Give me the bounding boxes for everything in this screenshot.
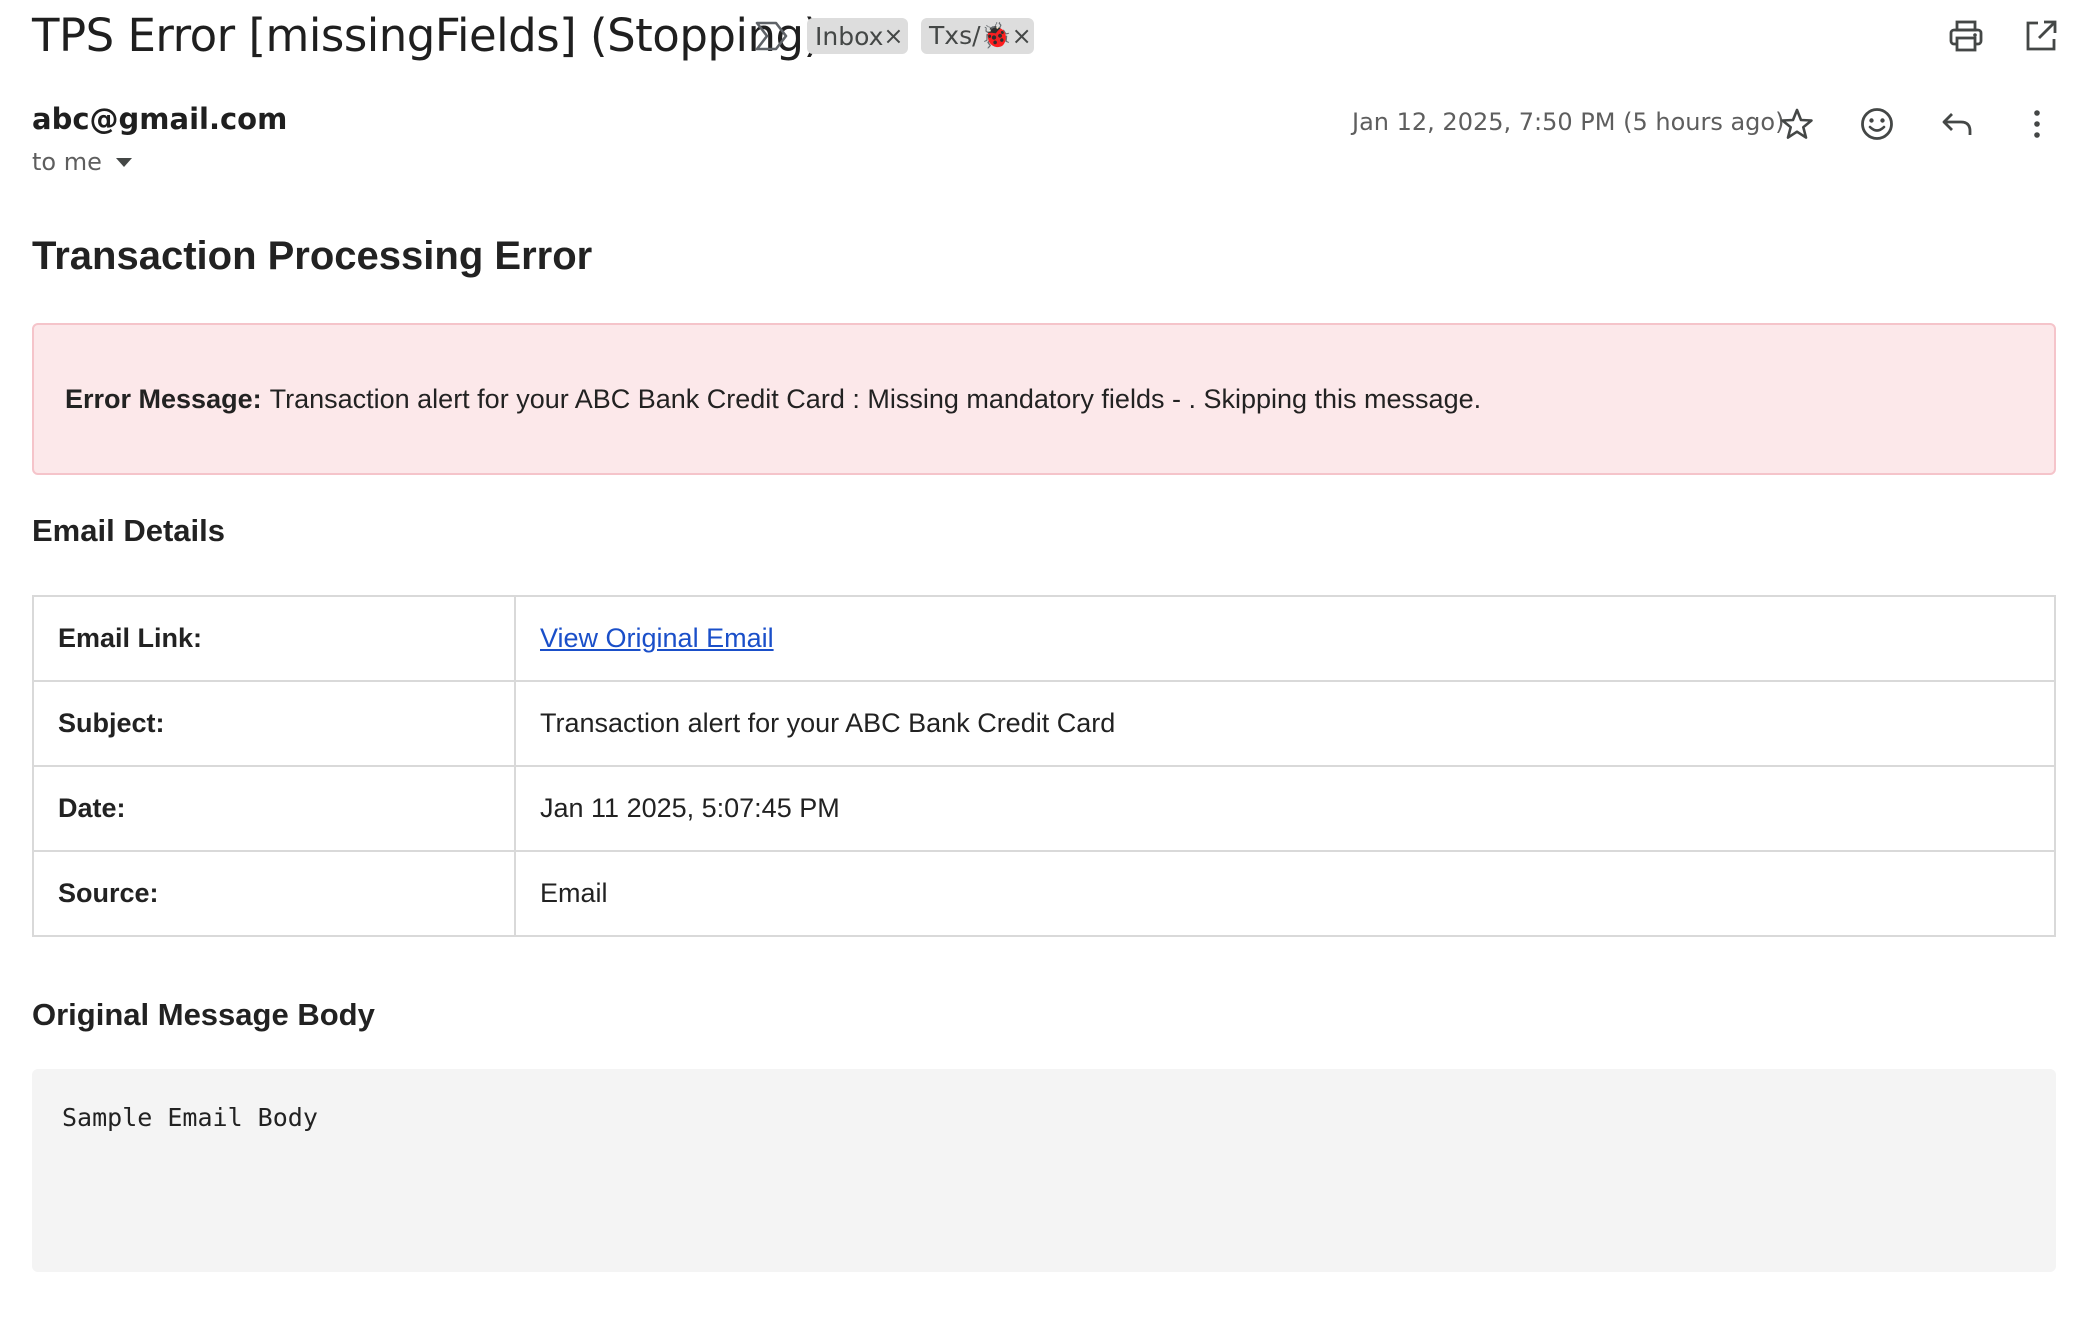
details-value: View Original Email [514,595,2056,682]
emoji-reaction-icon[interactable] [1855,102,1899,146]
details-value: Email [514,850,2056,937]
remove-label-txs-button[interactable]: × [1012,22,1032,50]
reply-icon[interactable] [1935,102,1979,146]
label-chip-txs: Txs/🐞 × [921,18,1034,54]
chevron-down-icon [115,157,132,167]
more-vertical-icon[interactable] [2015,102,2059,146]
details-key: Source: [32,850,516,937]
label-chip-text: Txs/🐞 [929,21,1012,50]
star-icon[interactable] [1775,102,1819,146]
page-title: Transaction Processing Error [32,234,593,278]
table-row: Subject: Transaction alert for your ABC … [32,680,2056,767]
original-message-body: Sample Email Body [32,1069,2056,1272]
details-key: Subject: [32,680,516,767]
table-row: Source: Email [32,850,2056,937]
table-row: Date: Jan 11 2025, 5:07:45 PM [32,765,2056,852]
error-text: Transaction alert for your ABC Bank Cred… [269,383,1482,414]
sender-email[interactable]: abc@gmail.com [32,102,287,136]
details-value: Jan 11 2025, 5:07:45 PM [514,765,2056,852]
recipient-label: to me [32,148,102,176]
details-heading: Email Details [32,513,225,548]
label-chip-text: Inbox [815,21,884,51]
table-row: Email Link: View Original Email [32,595,2056,682]
print-icon[interactable] [1945,16,1987,56]
details-key: Date: [32,765,516,852]
importance-marker-icon[interactable] [754,20,790,52]
email-subject: TPS Error [missingFields] (Stopping) [32,9,821,62]
error-label: Error Message: [65,383,262,414]
open-in-new-window-icon[interactable] [2020,16,2062,56]
error-message-box: Error Message: Transaction alert for you… [32,323,2056,475]
remove-label-inbox-button[interactable]: × [883,22,903,50]
recipient-details-toggle[interactable]: to me [32,148,132,176]
details-key: Email Link: [32,595,516,682]
details-value: Transaction alert for your ABC Bank Cred… [514,680,2056,767]
message-timestamp: Jan 12, 2025, 7:50 PM (5 hours ago) [1352,108,1785,136]
original-body-heading: Original Message Body [32,997,375,1032]
view-original-email-link[interactable]: View Original Email [540,623,774,653]
email-details-table: Email Link: View Original Email Subject:… [32,595,2056,937]
label-chip-inbox: Inbox × [807,18,908,54]
